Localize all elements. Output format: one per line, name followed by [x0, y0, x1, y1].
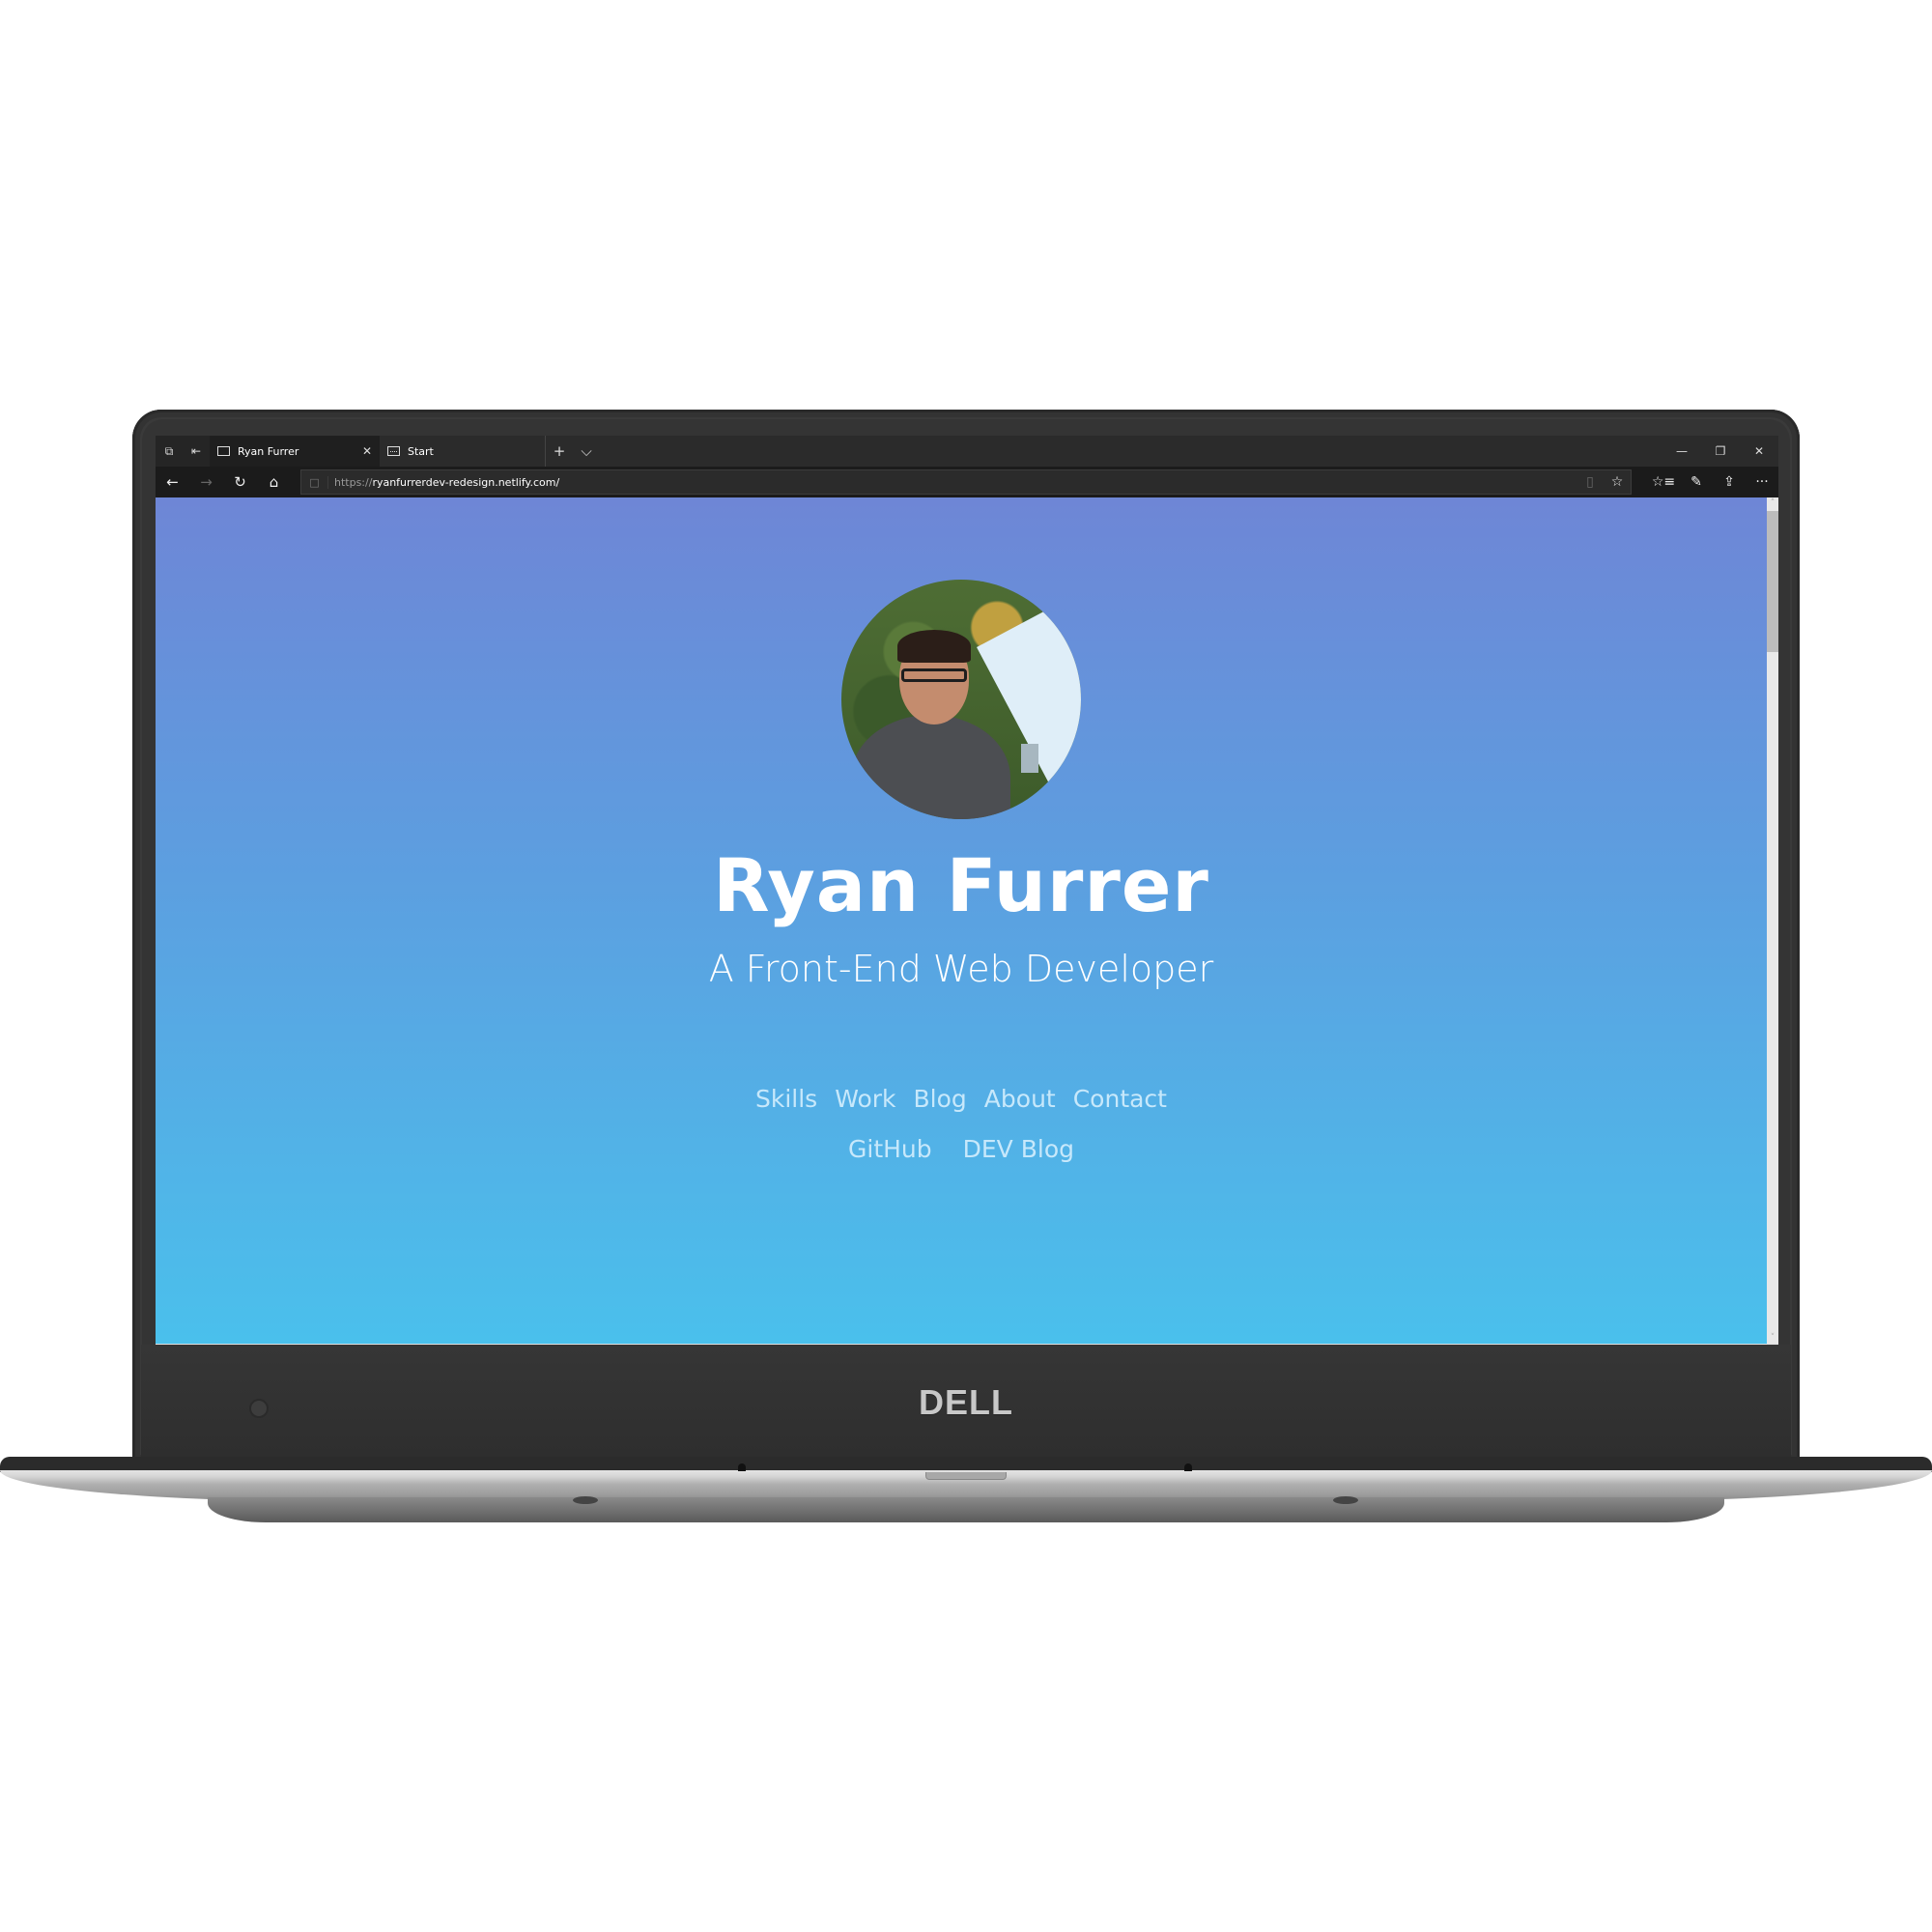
navigation-bar: ← → ↻ ⌂ □ https://ryanfurrerdev-redesign…: [156, 467, 1778, 497]
tab-title: Ryan Furrer: [238, 444, 299, 458]
new-tab-button[interactable]: +: [546, 442, 573, 460]
nav-link-contact[interactable]: Contact: [1073, 1085, 1167, 1113]
page-icon: [217, 446, 230, 456]
hinge-right: [1184, 1463, 1192, 1471]
start-page-icon: [387, 446, 400, 456]
link-github[interactable]: GitHub: [848, 1135, 932, 1163]
screen-edge: [156, 1344, 1778, 1345]
home-button[interactable]: ⌂: [257, 473, 291, 491]
page-subtitle: A Front-End Web Developer: [708, 948, 1214, 990]
restore-tabs-icon[interactable]: ⇤: [183, 436, 210, 467]
nav-link-blog[interactable]: Blog: [914, 1085, 967, 1113]
laptop-base-bottom: [208, 1497, 1724, 1522]
address-bar[interactable]: □ https://ryanfurrerdev-redesign.netlify…: [300, 469, 1632, 495]
lid-notch: [925, 1472, 1007, 1480]
lock-icon[interactable]: □: [301, 475, 328, 489]
set-aside-tabs-icon[interactable]: ⧉: [156, 436, 183, 467]
scroll-down-icon[interactable]: ˅: [1767, 1332, 1778, 1344]
foot-left: [573, 1496, 598, 1504]
page-title: Ryan Furrer: [713, 842, 1209, 928]
foot-right: [1333, 1496, 1358, 1504]
scroll-up-icon[interactable]: ˄: [1767, 497, 1778, 509]
site-nav: Skills Work Blog About Contact: [156, 1085, 1767, 1113]
external-links: GitHub DEV Blog: [156, 1135, 1767, 1163]
webcam-icon: [249, 1399, 269, 1418]
tab-ryan-furrer[interactable]: Ryan Furrer ✕: [210, 436, 380, 467]
screen: ⧉ ⇤ Ryan Furrer ✕ Start + ⌵ — ❐ ✕ ← → ↻ …: [156, 436, 1778, 1345]
forward-button[interactable]: →: [189, 473, 223, 491]
favorite-star-icon[interactable]: ☆: [1604, 474, 1631, 490]
web-note-icon[interactable]: ✎: [1680, 474, 1713, 490]
scroll-thumb[interactable]: [1767, 511, 1778, 652]
link-dev-blog[interactable]: DEV Blog: [963, 1135, 1074, 1163]
brand-logo: DELL: [919, 1382, 1013, 1422]
tab-bar: ⧉ ⇤ Ryan Furrer ✕ Start + ⌵ — ❐ ✕: [156, 436, 1778, 467]
minimize-button[interactable]: —: [1662, 444, 1701, 458]
vertical-scrollbar[interactable]: ˄ ˅: [1767, 497, 1778, 1344]
nav-link-work[interactable]: Work: [835, 1085, 895, 1113]
tab-title: Start: [408, 444, 434, 458]
favorites-hub-icon[interactable]: ☆≡: [1647, 474, 1680, 490]
hinge-left: [738, 1463, 746, 1471]
nav-link-skills[interactable]: Skills: [755, 1085, 817, 1113]
url-host: ryanfurrerdev-redesign.netlify.com/: [372, 475, 560, 489]
avatar: [841, 580, 1081, 819]
reading-view-icon[interactable]: ▯: [1577, 474, 1604, 490]
back-button[interactable]: ←: [156, 473, 189, 491]
url-scheme: https://: [334, 475, 373, 489]
restore-button[interactable]: ❐: [1701, 444, 1740, 458]
tab-start[interactable]: Start: [380, 436, 546, 467]
web-page: Ryan Furrer A Front-End Web Developer Sk…: [156, 497, 1767, 1344]
nav-link-about[interactable]: About: [984, 1085, 1056, 1113]
url-text[interactable]: https://ryanfurrerdev-redesign.netlify.c…: [328, 476, 1577, 489]
share-icon[interactable]: ⇪: [1713, 474, 1746, 490]
close-window-button[interactable]: ✕: [1740, 444, 1778, 458]
tab-list-chevron-icon[interactable]: ⌵: [573, 442, 600, 460]
more-icon[interactable]: ···: [1746, 474, 1778, 490]
refresh-button[interactable]: ↻: [223, 473, 257, 491]
close-tab-icon[interactable]: ✕: [362, 444, 372, 458]
